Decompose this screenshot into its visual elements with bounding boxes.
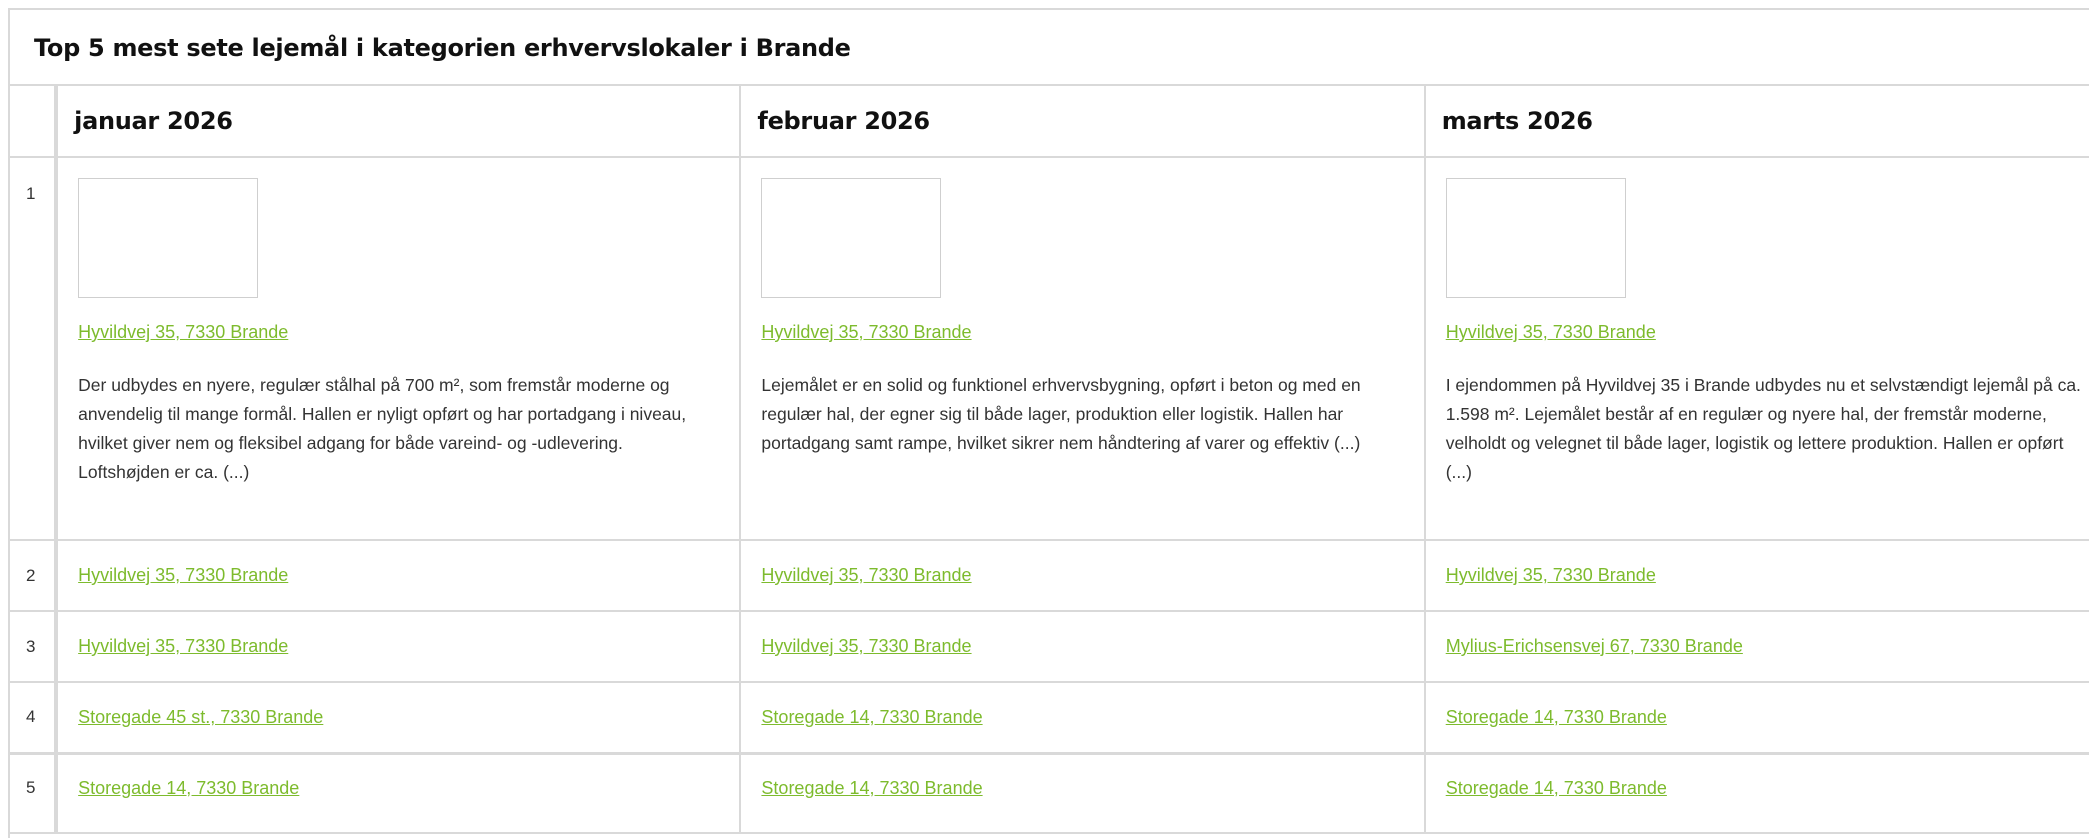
listing-thumbnail[interactable] — [78, 178, 259, 298]
month-header-january: januar 2026 — [55, 86, 742, 158]
listing-cell: Storegade 14, 7330 Brande — [1423, 681, 2089, 755]
rank-number: 2 — [10, 539, 59, 612]
listing-cell: Hyvildvej 35, 7330 Brande — [739, 539, 1426, 612]
rank-number: 5 — [10, 752, 59, 834]
month-header-february: februar 2026 — [739, 86, 1426, 158]
listing-description: Lejemålet er en solid og funktionel erhv… — [761, 375, 1361, 453]
listing-address-link[interactable]: Storegade 14, 7330 Brande — [761, 707, 982, 728]
listing-address-link[interactable]: Storegade 14, 7330 Brande — [761, 778, 982, 799]
listing-address-link[interactable]: Hyvildvej 35, 7330 Brande — [1446, 322, 1656, 343]
header-row: januar 2026 februar 2026 marts 2026 — [10, 86, 2089, 158]
rank-number: 3 — [10, 610, 59, 683]
rank-number: 1 — [10, 156, 59, 541]
listing-address-link[interactable]: Mylius-Erichsensvej 67, 7330 Brande — [1446, 636, 1743, 657]
listing-cell: Hyvildvej 35, 7330 Brande Der udbydes en… — [55, 156, 742, 541]
top5-panel: Top 5 mest sete lejemål i kategorien erh… — [8, 8, 2089, 838]
listing-cell: Hyvildvej 35, 7330 Brande I ejendommen p… — [1423, 156, 2089, 541]
listing-description: I ejendommen på Hyvildvej 35 i Brande ud… — [1445, 375, 2081, 482]
listing-address-link[interactable]: Hyvildvej 35, 7330 Brande — [78, 565, 288, 586]
listing-cell: Hyvildvej 35, 7330 Brande — [55, 610, 742, 683]
listing-cell: Hyvildvej 35, 7330 Brande — [739, 610, 1426, 683]
listing-address-link[interactable]: Hyvildvej 35, 7330 Brande — [761, 565, 971, 586]
listing-cell: Hyvildvej 35, 7330 Brande — [55, 539, 742, 612]
listing-cell: Storegade 14, 7330 Brande — [1423, 752, 2089, 834]
table-row: 1 Hyvildvej 35, 7330 Brande Der udbydes … — [10, 156, 2089, 541]
listing-cell: Storegade 14, 7330 Brande — [55, 752, 742, 834]
table-row: 5 Storegade 14, 7330 Brande Storegade 14… — [10, 752, 2089, 834]
listing-address-link[interactable]: Hyvildvej 35, 7330 Brande — [78, 322, 288, 343]
listing-cell: Mylius-Erichsensvej 67, 7330 Brande — [1423, 610, 2089, 683]
table-row: 2 Hyvildvej 35, 7330 Brande Hyvildvej 35… — [10, 539, 2089, 612]
listing-cell: Storegade 45 st., 7330 Brande — [55, 681, 742, 755]
listing-cell: Storegade 14, 7330 Brande — [739, 681, 1426, 755]
table-row: 3 Hyvildvej 35, 7330 Brande Hyvildvej 35… — [10, 610, 2089, 683]
listing-cell: Storegade 14, 7330 Brande — [739, 752, 1426, 834]
listing-address-link[interactable]: Hyvildvej 35, 7330 Brande — [78, 636, 288, 657]
listing-thumbnail[interactable] — [761, 178, 942, 298]
listing-thumbnail[interactable] — [1445, 178, 1626, 298]
listing-cell: Hyvildvej 35, 7330 Brande Lejemålet er e… — [739, 156, 1426, 541]
rank-column-header — [10, 86, 59, 158]
listing-address-link[interactable]: Storegade 14, 7330 Brande — [1446, 778, 1667, 799]
listing-address-link[interactable]: Storegade 45 st., 7330 Brande — [78, 707, 323, 728]
ranking-table: januar 2026 februar 2026 marts 2026 1 Hy… — [10, 86, 2089, 834]
month-header-march: marts 2026 — [1423, 86, 2089, 158]
rank-number: 4 — [10, 681, 59, 755]
listing-address-link[interactable]: Hyvildvej 35, 7330 Brande — [761, 636, 971, 657]
listing-cell: Hyvildvej 35, 7330 Brande — [1423, 539, 2089, 612]
listing-address-link[interactable]: Hyvildvej 35, 7330 Brande — [1446, 565, 1656, 586]
listing-address-link[interactable]: Storegade 14, 7330 Brande — [1446, 707, 1667, 728]
listing-address-link[interactable]: Hyvildvej 35, 7330 Brande — [761, 322, 971, 343]
listing-description: Der udbydes en nyere, regulær stålhal på… — [78, 375, 687, 482]
panel-title: Top 5 mest sete lejemål i kategorien erh… — [10, 10, 2089, 86]
listing-address-link[interactable]: Storegade 14, 7330 Brande — [78, 778, 299, 799]
table-row: 4 Storegade 45 st., 7330 Brande Storegad… — [10, 681, 2089, 755]
